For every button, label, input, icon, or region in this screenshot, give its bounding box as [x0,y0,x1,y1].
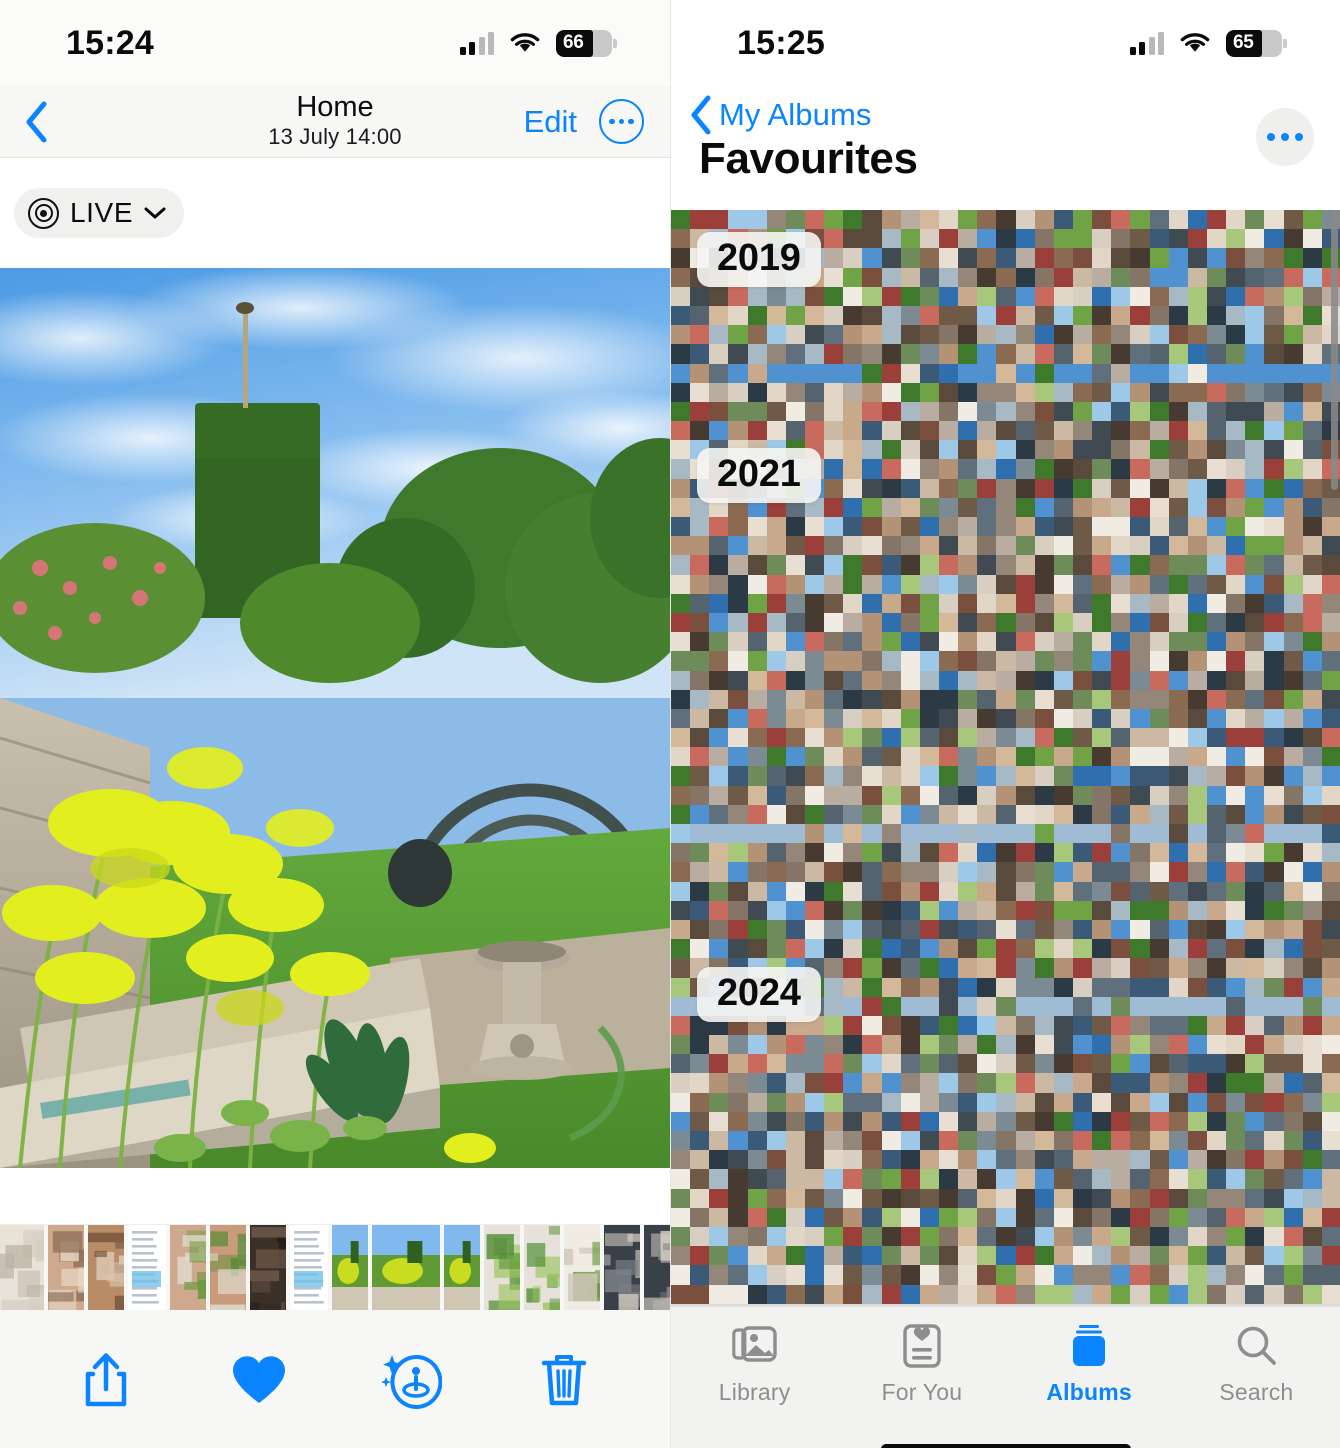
chevron-left-icon [691,95,711,135]
battery-icon: 66 [556,29,617,57]
thumb-dark-1[interactable] [250,1225,286,1310]
year-chip-2021: 2021 [697,448,821,503]
live-photo-button[interactable]: LIVE [14,188,185,238]
thumb-bowl-1[interactable] [564,1225,600,1310]
search-icon [1234,1321,1278,1371]
battery-percent: 66 [563,32,584,53]
thumb-kids-2[interactable] [88,1225,124,1310]
thumb-garden-2[interactable] [444,1225,480,1310]
cellular-bars-icon [1129,31,1164,55]
share-icon[interactable] [70,1344,142,1416]
nav-actions: Edit [524,99,644,144]
battery-icon: 65 [1226,29,1287,57]
thumb-hands-1[interactable] [170,1225,206,1310]
photo-toolbar [0,1310,670,1448]
status-bar-right: 15:25 65 [671,0,1340,86]
status-time: 15:25 [737,23,825,62]
tab-label: Albums [1046,1379,1132,1405]
thumb-screenshot-2[interactable] [290,1225,328,1310]
tab-library[interactable]: Library [680,1321,830,1406]
thumb-herbs-2[interactable] [524,1225,560,1310]
thumb-bed-1[interactable] [0,1225,44,1310]
page-title: Favourites [699,134,918,183]
left-phone-screen: 15:24 66 Home 13 July 14:00 Edit LIVE [0,0,670,1448]
heart-filled-icon[interactable] [223,1344,295,1416]
photo-bottom-gap [0,1168,670,1224]
live-badge-label: LIVE [70,197,134,228]
edit-button[interactable]: Edit [524,104,577,140]
status-icons: 65 [1129,29,1287,57]
tab-albums[interactable]: Albums [1014,1321,1164,1406]
thumb-stove-2[interactable] [644,1225,670,1310]
cellular-bars-icon [459,31,494,55]
thumb-hands-2[interactable] [210,1225,246,1310]
nav-bar-left: Home 13 July 14:00 Edit [0,86,670,158]
live-photo-icon [28,197,59,229]
thumb-garden-1[interactable] [332,1225,368,1310]
tab-search[interactable]: Search [1181,1321,1331,1406]
status-icons: 66 [459,29,617,57]
tab-for-you[interactable]: For You [847,1321,997,1406]
mosaic-tiles [671,210,1340,1306]
photo-info-sparkle-icon[interactable] [375,1344,447,1416]
thumb-screenshot-1[interactable] [128,1225,166,1310]
thumb-stove-1[interactable] [604,1225,640,1310]
vertical-scrollbar[interactable] [1331,210,1338,490]
right-phone-screen: 15:25 65 My Albums Favourites 2019 2021 … [670,0,1340,1448]
wifi-icon [509,31,541,55]
back-button[interactable]: My Albums [685,92,1310,138]
screenshot-pair: 15:24 66 Home 13 July 14:00 Edit LIVE 15… [0,0,1340,1448]
home-indicator-right [671,1416,1340,1448]
tab-bar: Library For You Albums Search [671,1306,1340,1416]
for-you-card-icon [901,1321,943,1371]
photos-stack-icon [731,1321,778,1371]
year-chip-2019: 2019 [697,232,821,287]
tab-label: For You [881,1379,963,1405]
ellipsis-circle-icon[interactable] [599,99,644,144]
trash-icon[interactable] [528,1344,600,1416]
photo-mosaic-grid[interactable]: 2019 2021 2024 [671,210,1340,1306]
live-badge-row: LIVE [0,158,670,268]
nav-bar-right: My Albums Favourites [671,86,1340,210]
year-chip-2024: 2024 [697,967,821,1022]
status-bar-left: 15:24 66 [0,0,670,86]
back-label: My Albums [719,97,872,132]
chevron-down-icon [144,207,166,219]
battery-percent: 65 [1233,32,1254,53]
back-button[interactable] [14,98,58,146]
main-photo[interactable] [0,268,670,1168]
tab-label: Search [1219,1379,1294,1405]
tab-label: Library [718,1379,791,1405]
status-time: 15:24 [66,23,154,62]
thumb-garden-selected[interactable] [372,1225,440,1310]
wifi-icon [1179,31,1211,55]
filmstrip[interactable] [0,1224,670,1310]
albums-stack-icon [1067,1321,1111,1371]
thumb-herbs-1[interactable] [484,1225,520,1310]
thumb-kids-1[interactable] [48,1225,84,1310]
ellipsis-icon[interactable] [1256,108,1314,166]
